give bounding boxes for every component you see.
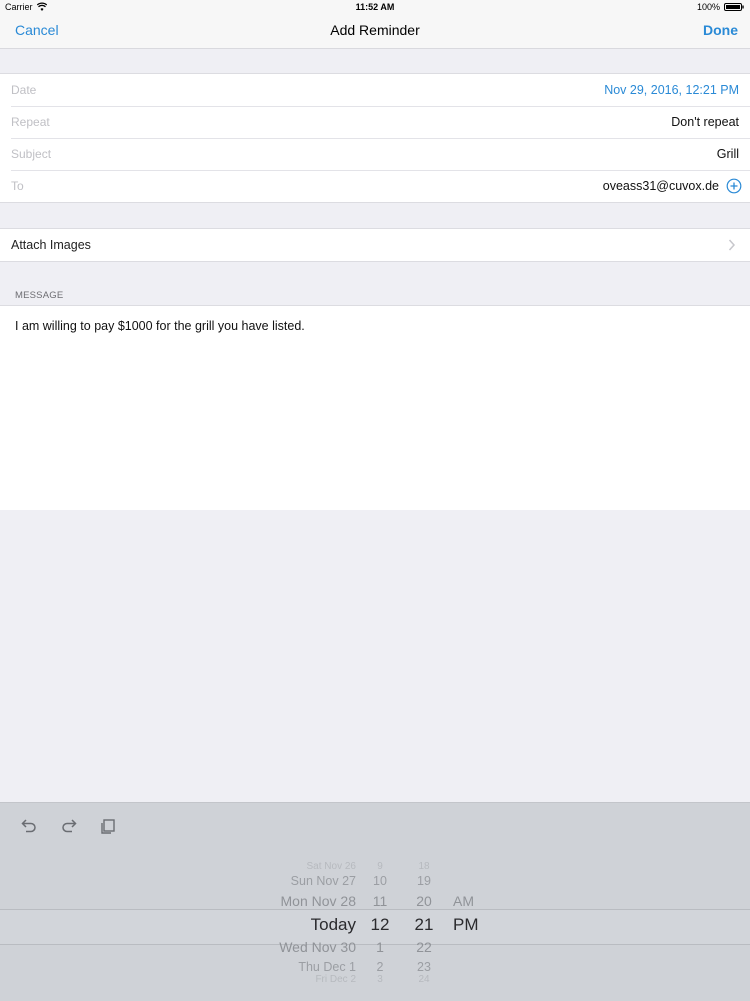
picker-date-item-6[interactable]: Fri Dec 2: [190, 974, 356, 985]
picker-minute-item-2[interactable]: 20: [403, 893, 445, 909]
date-label: Date: [11, 83, 37, 97]
picker-hour-item-1[interactable]: 10: [360, 874, 400, 888]
picker-hour-column[interactable]: 9 10 11 12 1 2 3: [360, 853, 400, 1001]
date-value[interactable]: Nov 29, 2016, 12:21 PM: [604, 83, 739, 97]
picker-minute-item-0[interactable]: 18: [403, 861, 445, 872]
message-header: MESSAGE: [15, 290, 64, 301]
picker-date-item-3[interactable]: Today: [190, 915, 356, 935]
date-time-picker[interactable]: Sat Nov 26 Sun Nov 27 Mon Nov 28 Today Wed N…: [0, 853, 750, 1001]
picker-hour-item-5[interactable]: 2: [360, 960, 400, 974]
reminder-details-section: Date Nov 29, 2016, 12:21 PM Repeat Don't…: [0, 73, 750, 203]
date-picker-panel: Sat Nov 26 Sun Nov 27 Mon Nov 28 Today Wed N…: [0, 802, 750, 1001]
battery-icon: [724, 3, 744, 11]
navigation-bar: Add Reminder Cancel Done: [0, 14, 750, 49]
to-label: To: [11, 179, 24, 193]
battery-percent: 100%: [696, 2, 720, 12]
picker-ampm-item-0[interactable]: AM: [453, 893, 503, 909]
picker-minute-item-4[interactable]: 22: [403, 939, 445, 955]
chevron-right-icon: [728, 239, 736, 251]
message-textarea[interactable]: I am willing to pay $1000 for the grill …: [0, 305, 750, 510]
picker-hour-item-6[interactable]: 3: [360, 974, 400, 985]
subject-field[interactable]: Grill: [717, 147, 739, 161]
picker-ampm-item-1[interactable]: PM: [453, 915, 503, 935]
picker-ampm-column[interactable]: AM PM: [453, 853, 503, 1001]
page-title: Add Reminder: [330, 22, 420, 38]
picker-date-item-1[interactable]: Sun Nov 27: [190, 874, 356, 888]
picker-minute-column[interactable]: 18 19 20 21 22 23 24: [403, 853, 445, 1001]
to-row[interactable]: To oveass31@cuvox.de: [0, 170, 750, 202]
attach-images-row[interactable]: Attach Images: [0, 228, 750, 262]
cancel-button[interactable]: Cancel: [15, 22, 59, 38]
picker-minute-item-6[interactable]: 24: [403, 974, 445, 985]
to-field[interactable]: oveass31@cuvox.de: [603, 179, 719, 193]
picker-date-column[interactable]: Sat Nov 26 Sun Nov 27 Mon Nov 28 Today Wed N…: [190, 853, 356, 1001]
picker-hour-item-2[interactable]: 11: [360, 893, 400, 909]
message-text[interactable]: I am willing to pay $1000 for the grill …: [15, 319, 305, 333]
redo-icon[interactable]: [60, 817, 78, 835]
picker-date-item-5[interactable]: Thu Dec 1: [190, 960, 356, 974]
subject-row[interactable]: Subject Grill: [0, 138, 750, 170]
paste-icon[interactable]: [99, 817, 117, 835]
done-button[interactable]: Done: [703, 22, 738, 38]
subject-label: Subject: [11, 147, 52, 161]
add-circle-icon[interactable]: [726, 178, 742, 194]
picker-minute-item-3[interactable]: 21: [403, 915, 445, 935]
repeat-row[interactable]: Repeat Don't repeat: [0, 106, 750, 138]
date-row[interactable]: Date Nov 29, 2016, 12:21 PM: [0, 74, 750, 106]
status-bar: Carrier 11:52 AM 100%: [0, 0, 750, 14]
picker-hour-item-4[interactable]: 1: [360, 939, 400, 955]
picker-minute-item-5[interactable]: 23: [403, 960, 445, 974]
status-time: 11:52 AM: [355, 2, 395, 12]
picker-minute-item-1[interactable]: 19: [403, 874, 445, 888]
attach-images-label: Attach Images: [11, 238, 91, 252]
repeat-label: Repeat: [11, 115, 50, 129]
picker-hour-item-3[interactable]: 12: [360, 915, 400, 935]
undo-icon[interactable]: [20, 817, 38, 835]
picker-date-item-4[interactable]: Wed Nov 30: [190, 939, 356, 955]
picker-date-item-0[interactable]: Sat Nov 26: [190, 861, 356, 872]
picker-date-item-2[interactable]: Mon Nov 28: [190, 893, 356, 909]
repeat-value[interactable]: Don't repeat: [671, 115, 739, 129]
picker-hour-item-0[interactable]: 9: [360, 861, 400, 872]
